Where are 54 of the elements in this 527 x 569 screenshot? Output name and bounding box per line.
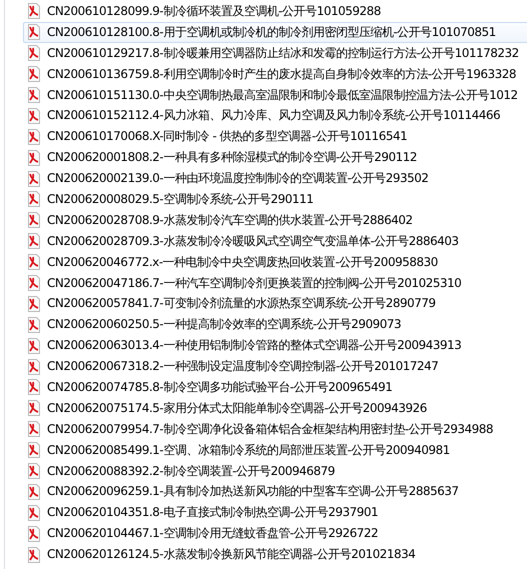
file-item[interactable]: CN200610129217.8-制冷暖兼用空调器防止结冰和发霉的控制运行方法-公开号101178232 [23,42,527,64]
file-item[interactable]: CN200610152112.4-风力冰箱、风力冷库、风力空调及风力制冷系统-公开号10114466 [23,105,527,126]
file-item[interactable]: CN200620060250.5-一种提高制冷效率的空调系统-公开号2909073 [23,314,527,336]
file-item[interactable]: CN200620085499.1-空调、冰箱制冷系统的局部泄压装置-公开号200940981 [23,440,527,461]
pdf-file-icon [26,442,42,458]
pdf-file-icon [26,379,42,396]
pdf-file-icon [26,212,42,228]
file-item[interactable]: CN200620079954.7-制冷空调净化设备箱体铝合金框架结构用密封垫-公开号2934988 [23,418,527,440]
pdf-file-icon [26,358,42,375]
file-item[interactable]: CN200620046772.x-一种电制冷中央空调废热回收装置-公开号200958830 [23,252,527,273]
pdf-file-icon [26,338,42,354]
file-item[interactable]: CN200620096259.1-具有制冷加热送新风功能的中型客车空调-公开号2885637 [23,481,527,502]
file-item[interactable]: CN200620028709.3-水蒸发制冷冷暖吸风式空调空气变温单体-公开号2886403 [23,230,527,252]
pdf-file-icon [26,421,42,438]
pdf-file-icon [26,170,42,187]
pdf-file-icon [26,24,42,40]
file-item[interactable]: CN200620067318.2-一种强制设定温度制冷空调控制器-公开号201017247 [23,356,527,378]
pdf-file-icon [26,254,42,270]
file-item[interactable]: CN200620008029.5-空调制冷系统-公开号290111 [23,189,527,210]
pdf-file-icon [26,3,42,20]
file-item[interactable]: CN200620104467.1-空调制冷用无缝蚊香盘管-公开号2926722 [23,523,527,544]
file-item[interactable]: CN200620075174.5-家用分体式太阳能单制冷空调器-公开号200943926 [23,398,527,419]
file-item[interactable]: CN200620047186.7-一种汽车空调制冷剂更换装置的控制阀-公开号201025310 [23,272,527,294]
file-item[interactable]: CN200620126124.5-水蒸发制冷换新风节能空调器-公开号201021834 [23,544,527,566]
pdf-file-icon [26,546,42,563]
pdf-file-icon [26,275,42,292]
file-item[interactable]: CN200620057841.7-可变制冷剂流量的水源热泵空调系统-公开号2890779 [23,293,527,314]
pdf-file-icon [26,233,42,250]
pdf-file-icon [26,504,42,521]
pdf-file-icon [26,87,42,103]
file-item[interactable]: CN200610136759.8-利用空调制冷时产生的废水提高自身制冷效率的方法-公开号1963328 [23,64,527,85]
pdf-file-icon [26,400,42,416]
pdf-file-icon [26,296,42,312]
file-item[interactable]: CN200620002139.0-一种由环境温度控制制冷的空调装置-公开号293502 [23,168,527,190]
pdf-file-icon [26,150,42,166]
file-item[interactable]: CN200620074785.8-制冷空调多功能试验平台-公开号200965491 [23,377,527,398]
file-item[interactable]: CN200610128100.8-用于空调机或制冷机的制冷剂用密闭型压缩机-公开号101070851 [23,22,527,43]
file-item[interactable]: CN200610170068.X-同时制冷 - 供热的多型空调器-公开号10116541 [23,126,527,148]
pdf-file-icon [26,108,42,124]
pdf-file-icon [26,463,42,480]
pdf-file-icon [26,45,42,62]
file-item[interactable]: CN200610128099.9-制冷循环装置及空调机-公开号101059288 [23,1,527,22]
pdf-file-icon [26,316,42,333]
pdf-file-icon [26,66,42,82]
file-item[interactable]: CN200620063013.4-一种使用铝制制冷管路的整体式空调器-公开号200943913 [23,335,527,356]
file-item[interactable]: CN200620001808.2-一种具有多种除湿模式的制冷空调-公开号290112 [23,147,527,168]
file-item[interactable]: CN200620028708.9-水蒸发制冷汽车空调的供水装置-公开号2886402 [23,210,527,231]
pdf-file-icon [26,484,42,500]
file-item[interactable]: CN200620104351.8-电子直接式制冷制热空调-公开号2937901 [23,502,527,524]
file-item[interactable]: CN200620088392.2-制冷空调装置-公开号200946879 [23,460,527,482]
pdf-file-icon [26,128,42,145]
pdf-file-icon [26,191,42,208]
pdf-file-icon [26,526,42,542]
file-item[interactable]: CN200610151130.0-中央空调制热最高室温限制和制冷最低室温限制控温方法-公开号1012 [23,84,527,106]
